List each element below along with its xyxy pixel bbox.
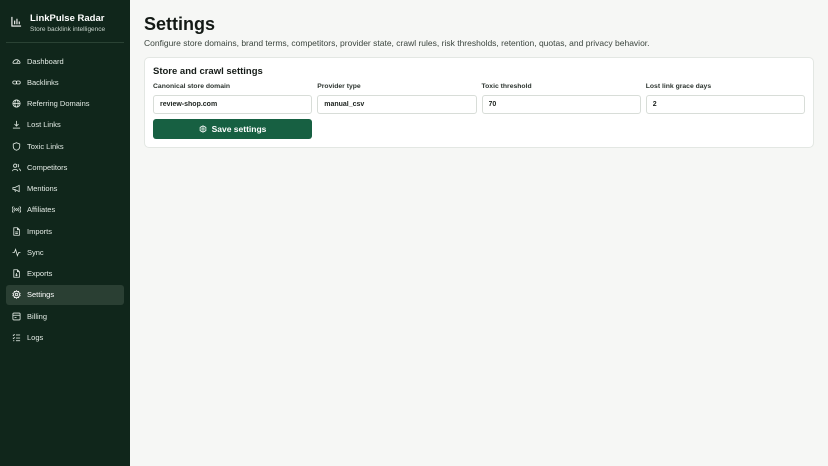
sidebar-item-backlinks[interactable]: Backlinks (6, 72, 124, 92)
field-canonical-domain: Canonical store domain (153, 83, 313, 114)
app-tagline: Store backlink intelligence (30, 26, 106, 33)
sidebar-item-dashboard[interactable]: Dashboard (6, 51, 124, 71)
sidebar-item-sync[interactable]: Sync (6, 242, 124, 262)
grace-days-input[interactable] (645, 95, 805, 114)
link-icon (12, 78, 21, 87)
main-content: Settings Configure store domains, brand … (130, 0, 828, 466)
sidebar-nav: Dashboard Backlinks Referring Domains Lo… (6, 51, 124, 347)
radio-icon (12, 205, 21, 214)
sidebar-item-exports[interactable]: Exports (6, 264, 124, 284)
sidebar-item-label: Dashboard (27, 56, 64, 66)
sidebar-item-label: Imports (27, 226, 53, 236)
sidebar-item-label: Sync (27, 247, 44, 257)
sidebar-item-label: Toxic Links (27, 141, 64, 151)
sidebar-item-label: Billing (27, 311, 48, 321)
billing-icon (12, 312, 21, 321)
sidebar-item-competitors[interactable]: Competitors (6, 157, 124, 177)
sidebar-item-toxic-links[interactable]: Toxic Links (6, 136, 124, 156)
sidebar-item-label: Lost Links (27, 120, 61, 130)
megaphone-icon (12, 184, 21, 193)
sidebar-item-label: Logs (27, 332, 44, 342)
toxic-threshold-input[interactable] (481, 95, 641, 114)
field-provider-type: Provider type (317, 83, 477, 114)
file-import-icon (12, 226, 21, 236)
page-description: Configure store domains, brand terms, co… (144, 38, 650, 48)
shield-icon (12, 141, 21, 151)
sidebar-item-label: Backlinks (27, 77, 59, 87)
sidebar-item-label: Mentions (27, 184, 58, 193)
sidebar-item-mentions[interactable]: Mentions (6, 179, 124, 199)
save-settings-button[interactable]: Save settings (153, 119, 312, 139)
sidebar-item-affiliates[interactable]: Affiliates (6, 200, 124, 220)
sidebar-item-billing[interactable]: Billing (6, 306, 124, 326)
list-icon (12, 333, 21, 342)
brand-text: LinkPulse Radar Store backlink intellige… (30, 12, 105, 34)
canonical-domain-label: Canonical store domain (153, 83, 231, 90)
card-title: Store and crawl settings (153, 66, 263, 77)
gauge-icon (12, 57, 21, 66)
bar-chart-icon (11, 16, 22, 27)
app-name: LinkPulse Radar (30, 13, 105, 24)
field-grace-days: Lost link grace days (645, 83, 805, 114)
sidebar: LinkPulse Radar Store backlink intellige… (0, 0, 130, 466)
settings-fields: Canonical store domain Provider type Tox… (153, 83, 805, 114)
sidebar-item-logs[interactable]: Logs (6, 327, 124, 347)
settings-card: Store and crawl settings Canonical store… (144, 57, 814, 148)
globe-icon (12, 99, 21, 108)
provider-type-input[interactable] (317, 95, 477, 114)
users-icon (12, 163, 21, 172)
page-title: Settings (144, 14, 216, 34)
file-export-icon (12, 269, 21, 278)
sidebar-item-label: Affiliates (27, 205, 56, 215)
canonical-domain-input[interactable] (153, 95, 313, 114)
sidebar-item-label: Referring Domains (27, 99, 90, 108)
provider-type-label: Provider type (317, 83, 361, 90)
download-icon (12, 120, 21, 129)
sidebar-item-imports[interactable]: Imports (6, 221, 124, 241)
grace-days-label: Lost link grace days (645, 83, 712, 90)
sidebar-item-lost-links[interactable]: Lost Links (6, 115, 124, 135)
sidebar-item-referring-domains[interactable]: Referring Domains (6, 94, 124, 114)
sidebar-item-label: Exports (27, 269, 53, 278)
sidebar-item-settings[interactable]: Settings (6, 284, 124, 305)
toxic-threshold-label: Toxic threshold (481, 83, 532, 90)
save-settings-label: Save settings (211, 123, 267, 134)
gear-icon (198, 124, 207, 133)
sidebar-item-label: Settings (27, 290, 55, 300)
gear-icon (12, 290, 21, 300)
field-toxic-threshold: Toxic threshold (481, 83, 641, 114)
sidebar-item-label: Competitors (27, 162, 68, 172)
activity-icon (12, 247, 21, 257)
brand: LinkPulse Radar Store backlink intellige… (6, 12, 124, 43)
